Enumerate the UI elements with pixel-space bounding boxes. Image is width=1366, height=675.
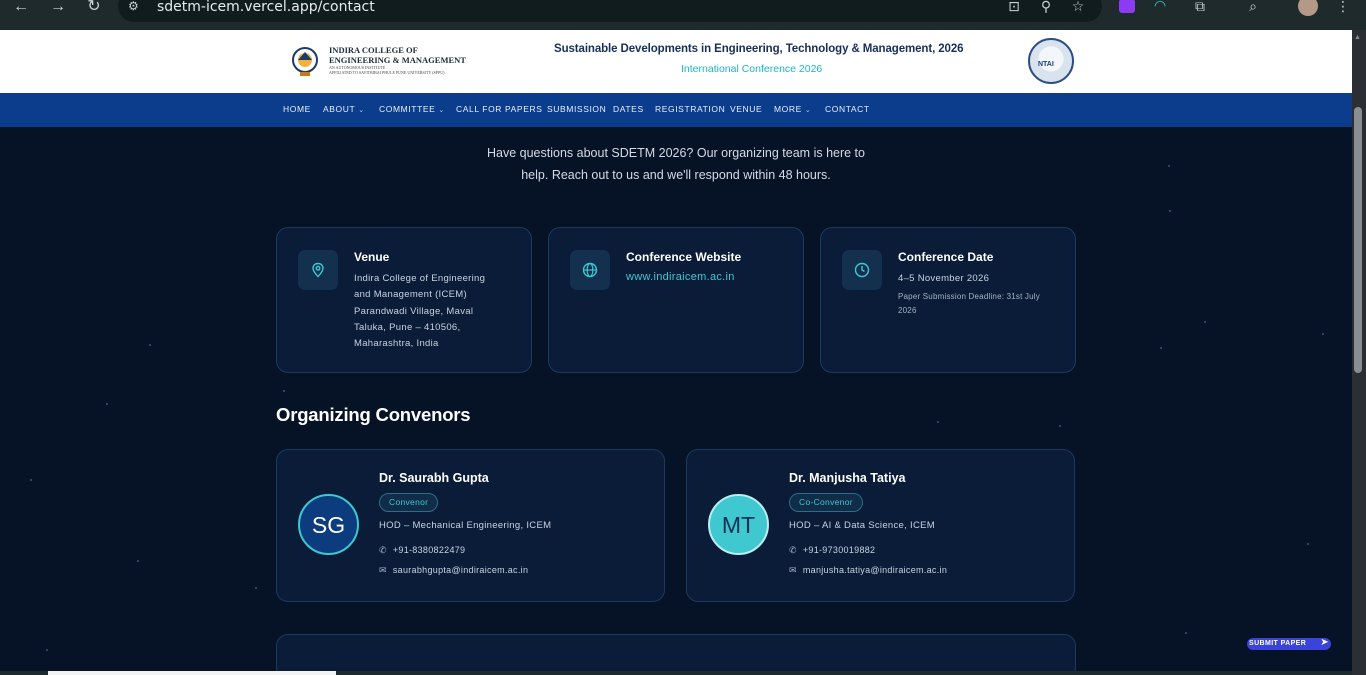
phone-icon: ✆ — [379, 545, 387, 555]
site-info-icon[interactable]: ⚙ — [128, 0, 144, 13]
star-dot — [1168, 165, 1170, 167]
website-link[interactable]: www.indiraicem.ac.in — [626, 271, 735, 283]
website-card: Conference Website www.indiraicem.ac.in — [548, 227, 804, 373]
star-dot — [137, 560, 139, 562]
date-title: Conference Date — [898, 250, 994, 264]
menu-kebab-icon[interactable]: ⋮ — [1334, 0, 1352, 15]
star-dot — [46, 649, 48, 651]
nav-committee[interactable]: COMMITTEE ⌄ — [379, 104, 445, 114]
convenor-department: HOD – Mechanical Engineering, ICEM — [379, 520, 552, 531]
website-title: Conference Website — [626, 250, 742, 264]
avatar: SG — [298, 494, 359, 555]
college-logo-icon[interactable] — [289, 46, 321, 78]
star-dot — [1204, 321, 1206, 323]
venue-title: Venue — [354, 250, 390, 264]
star-dot — [1185, 632, 1187, 634]
nav-dates[interactable]: DATES — [613, 104, 644, 114]
mail-icon: ✉ — [379, 565, 387, 575]
bookmark-star-icon[interactable]: ☆ — [1069, 0, 1087, 15]
conference-title: Sustainable Developments in Engineering,… — [554, 43, 964, 55]
chevron-down-icon: ⌄ — [358, 107, 365, 114]
star-dot — [1169, 210, 1171, 212]
ntai-badge-text: NTAI — [1038, 61, 1054, 68]
convenor-name: Dr. Saurabh Gupta — [379, 471, 489, 485]
scrollbar-thumb[interactable] — [1354, 107, 1362, 373]
co-convenor-card: MT Dr. Manjusha Tatiya Co-Convenor HOD –… — [686, 449, 1075, 602]
submit-paper-button[interactable]: SUBMIT PAPER ➤ — [1247, 637, 1331, 650]
reload-icon[interactable]: ↻ — [83, 0, 105, 15]
convenors-heading: Organizing Convenors — [276, 404, 471, 425]
star-dot — [1160, 347, 1162, 349]
role-badge: Co-Convenor — [789, 493, 863, 512]
convenor-email[interactable]: ✉ saurabhgupta@indiraicem.ac.in — [379, 565, 528, 576]
chevron-down-icon: ⌄ — [804, 107, 812, 114]
star-dot — [1059, 425, 1061, 427]
back-icon[interactable]: ← — [10, 0, 32, 15]
deadline-note: Paper Submission Deadline: 31st July 202… — [898, 292, 1040, 315]
phone-icon: ✆ — [789, 545, 797, 555]
star-dot — [1307, 543, 1309, 545]
send-plane-icon: ➤ — [1320, 637, 1329, 648]
clock-icon — [842, 250, 882, 290]
conference-subtitle: International Conference 2026 — [681, 63, 823, 75]
star-dot — [283, 390, 285, 392]
site-header: INDIRA COLLEGE OF ENGINEERING & MANAGEME… — [0, 30, 1352, 93]
intro-text: Have questions about SDETM 2026? Our org… — [487, 146, 865, 182]
install-app-icon[interactable]: ⊡ — [1005, 0, 1023, 15]
star-dot — [30, 479, 32, 481]
venue-address: Indira College of Engineering and Manage… — [354, 273, 486, 350]
wifi-icon: ◠ — [1154, 0, 1167, 13]
nav-home[interactable]: HOME — [283, 104, 311, 114]
browser-toolbar: ← → ↻ ⚙ sdetm-icem.vercel.app/contact ⊡ … — [0, 0, 1366, 30]
venue-card: Venue Indira College of Engineering and … — [276, 227, 532, 373]
extension-icon[interactable] — [1119, 0, 1135, 13]
nav-call-for-papers[interactable]: CALL FOR PAPERS — [456, 104, 542, 114]
star-dot — [1322, 333, 1324, 335]
star-dot — [149, 344, 151, 346]
conference-date: 4–5 November 2026 — [898, 273, 990, 284]
globe-icon — [570, 250, 610, 290]
zoom-icon[interactable]: ⚲ — [1037, 0, 1055, 15]
url-text[interactable]: sdetm-icem.vercel.app/contact — [157, 0, 375, 15]
star-dot — [255, 587, 257, 589]
avatar: MT — [708, 494, 769, 555]
forward-icon[interactable]: → — [47, 0, 69, 15]
main-navigation: HOME ABOUT ⌄ COMMITTEE ⌄ CALL FOR PAPERS S… — [0, 93, 1352, 127]
contact-form-card — [276, 634, 1076, 675]
nav-more[interactable]: MORE ⌄ — [774, 104, 811, 114]
nav-submission[interactable]: SUBMISSION — [547, 104, 606, 114]
convenor-phone[interactable]: ✆ +91-8380822479 — [379, 545, 465, 556]
chevron-down-icon: ⌄ — [438, 107, 445, 114]
tab-search-icon[interactable]: ⌕ — [1244, 0, 1262, 15]
nav-about[interactable]: ABOUT ⌄ — [323, 104, 365, 114]
star-dot — [937, 421, 939, 423]
date-card: Conference Date 4–5 November 2026 Paper … — [820, 227, 1076, 373]
co-convenor-email[interactable]: ✉ manjusha.tatiya@indiraicem.ac.in — [789, 565, 947, 576]
mail-icon: ✉ — [789, 565, 797, 575]
logo-text-line1: INDIRA COLLEGE OF — [329, 45, 418, 55]
convenor-card: SG Dr. Saurabh Gupta Convenor HOD – Mech… — [276, 449, 665, 602]
profile-avatar[interactable] — [1298, 0, 1318, 16]
logo-text-line2: ENGINEERING & MANAGEMENT — [329, 55, 466, 65]
contact-page-content: Have questions about SDETM 2026? Our org… — [0, 127, 1352, 675]
logo-text-line4: AFFILIATED TO SAVITRIBAI PHULE PUNE UNIV… — [329, 70, 445, 75]
nav-venue[interactable]: VENUE — [730, 104, 762, 114]
map-pin-icon — [298, 250, 338, 290]
nav-registration[interactable]: REGISTRATION — [655, 104, 725, 114]
co-convenor-phone[interactable]: ✆ +91-9730019882 — [789, 545, 875, 556]
taskbar-window-preview — [48, 671, 336, 675]
co-convenor-department: HOD – AI & Data Science, ICEM — [789, 520, 935, 531]
extensions-puzzle-icon[interactable]: ⧉ — [1191, 0, 1209, 15]
co-convenor-name: Dr. Manjusha Tatiya — [789, 471, 906, 485]
scroll-up-arrow-icon[interactable]: ▲ — [1354, 34, 1361, 41]
star-dot — [106, 403, 108, 405]
nav-contact[interactable]: CONTACT — [825, 104, 870, 114]
role-badge: Convenor — [379, 493, 439, 512]
